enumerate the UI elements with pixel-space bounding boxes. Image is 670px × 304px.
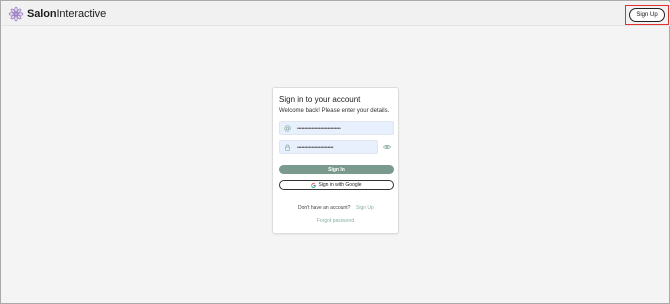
- brand-name-bold: Salon: [27, 8, 57, 20]
- brand-name-rest: Interactive: [56, 8, 107, 20]
- card-subtitle: Welcome back! Please enter your details.: [279, 108, 390, 114]
- flower-logo-icon: [8, 6, 24, 22]
- header-signup-button[interactable]: Sign Up: [629, 8, 665, 22]
- email-input[interactable]: [297, 123, 389, 134]
- password-input[interactable]: [297, 142, 377, 153]
- google-button-label: Sign in with Google: [318, 182, 362, 188]
- google-icon: [311, 182, 317, 188]
- signin-button[interactable]: Sign In: [279, 165, 394, 174]
- forgot-password-link[interactable]: Forgot password: [273, 218, 398, 224]
- browser-viewport: SalonInteractive Sign Up Sign in to your…: [0, 0, 670, 304]
- signup-highlight: Sign Up: [625, 5, 669, 25]
- show-password-toggle[interactable]: [381, 142, 393, 152]
- eye-icon: [383, 145, 391, 149]
- google-signin-button[interactable]: Sign in with Google: [279, 180, 394, 190]
- no-account-text: Don't have an account?: [298, 205, 351, 211]
- brand-logo[interactable]: SalonInteractive: [8, 6, 106, 22]
- password-field[interactable]: [279, 140, 378, 154]
- lock-icon: [285, 144, 290, 151]
- brand-name: SalonInteractive: [27, 6, 106, 22]
- card-signup-link[interactable]: Sign Up: [356, 205, 374, 211]
- at-sign-icon: [284, 125, 291, 132]
- email-field[interactable]: [279, 121, 394, 135]
- card-title: Sign in to your account: [279, 95, 361, 104]
- top-header: SalonInteractive Sign Up: [2, 2, 670, 26]
- signin-card: Sign in to your account Welcome back! Pl…: [272, 87, 399, 234]
